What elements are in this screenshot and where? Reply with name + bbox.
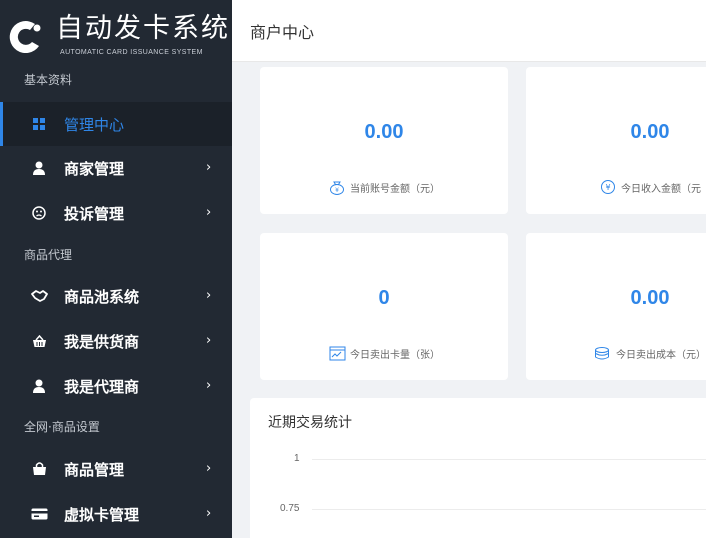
- y-tick-label: 0.75: [280, 503, 300, 514]
- app-title: 自动发卡系统: [56, 13, 230, 44]
- main-content: 商户中心 0.00 ¥ 当前账号金额（元） 0.00 ¥ 今日收入金额（元 0 …: [232, 0, 706, 538]
- stat-label-text: 今日收入金额（元: [621, 183, 701, 195]
- y-tick-label: 1: [294, 453, 300, 464]
- stat-value: 0: [378, 287, 390, 309]
- app-subtitle: AUTOMATIC CARD ISSUANCE SYSTEM: [60, 49, 203, 56]
- chevron-right-icon: ›: [206, 378, 212, 393]
- user-icon: [30, 159, 48, 177]
- sidebar-item-supplier[interactable]: 我是供货商 ›: [0, 319, 232, 363]
- coins-icon: [594, 345, 612, 361]
- logo[interactable]: 自动发卡系统 AUTOMATIC CARD ISSUANCE SYSTEM: [0, 0, 232, 64]
- page-header: 商户中心: [232, 0, 706, 62]
- grid-line: [312, 509, 706, 510]
- sidebar-item-products[interactable]: 商品管理 ›: [0, 447, 232, 491]
- chevron-right-icon: ›: [206, 461, 212, 476]
- nav-group-title: 基本资料: [24, 73, 73, 87]
- sidebar-item-label: 商品管理: [64, 460, 125, 479]
- card-sold-icon: [328, 345, 346, 361]
- sidebar: 自动发卡系统 AUTOMATIC CARD ISSUANCE SYSTEM 基本…: [0, 0, 232, 538]
- sidebar-item-label: 我是供货商: [64, 332, 140, 351]
- sidebar-item-virtual-cards[interactable]: 虚拟卡管理 ›: [0, 492, 232, 536]
- nav-group-title: 商品代理: [24, 248, 73, 262]
- stat-value: 0.00: [630, 121, 670, 143]
- stat-label: ¥ 今日收入金额（元: [526, 179, 706, 195]
- stat-label: 今日卖出卡量（张）: [260, 345, 508, 361]
- panel-title: 近期交易统计: [268, 415, 352, 431]
- stat-label: ¥ 当前账号金额（元）: [260, 179, 508, 195]
- grid-line: [312, 459, 706, 460]
- chevron-right-icon: ›: [206, 288, 212, 303]
- stat-card-today-income: 0.00 ¥ 今日收入金额（元: [526, 67, 706, 214]
- user-icon: [30, 377, 48, 395]
- sidebar-item-dashboard[interactable]: 管理中心: [0, 102, 232, 146]
- sidebar-item-label: 商家管理: [64, 159, 125, 178]
- recent-transactions-panel: 近期交易统计 1 0.75: [250, 398, 706, 538]
- money-bag-icon: ¥: [328, 179, 346, 195]
- dashboard-icon: [30, 115, 48, 133]
- stat-label-text: 今日卖出成本（元）: [616, 349, 706, 361]
- logo-icon: [9, 21, 41, 54]
- sidebar-item-label: 投诉管理: [64, 204, 125, 223]
- sidebar-item-label: 虚拟卡管理: [64, 505, 140, 524]
- app-root: 自动发卡系统 AUTOMATIC CARD ISSUANCE SYSTEM 基本…: [0, 0, 706, 538]
- nav-group-title: 全网·商品设置: [24, 420, 100, 434]
- svg-text:¥: ¥: [605, 183, 610, 192]
- chevron-right-icon: ›: [206, 333, 212, 348]
- chevron-right-icon: ›: [206, 506, 212, 521]
- handshake-icon: [30, 287, 48, 305]
- sidebar-item-complaints[interactable]: 投诉管理 ›: [0, 191, 232, 235]
- basket-icon: [30, 332, 48, 350]
- stat-value: 0.00: [630, 287, 670, 309]
- stat-card-cost-sold: 0.00 今日卖出成本（元）: [526, 233, 706, 380]
- page-title: 商户中心: [250, 23, 315, 42]
- stat-card-cards-sold: 0 今日卖出卡量（张）: [260, 233, 508, 380]
- stat-value: 0.00: [364, 121, 404, 143]
- complaint-icon: [30, 204, 48, 222]
- stat-label: 今日卖出成本（元）: [526, 345, 706, 361]
- stat-card-balance: 0.00 ¥ 当前账号金额（元）: [260, 67, 508, 214]
- sidebar-item-merchants[interactable]: 商家管理 ›: [0, 146, 232, 190]
- yen-icon: ¥: [599, 179, 617, 195]
- card-icon: [30, 505, 48, 523]
- chevron-right-icon: ›: [206, 160, 212, 175]
- sidebar-item-label: 商品池系统: [64, 287, 140, 306]
- svg-text:¥: ¥: [335, 187, 339, 194]
- sidebar-item-label: 管理中心: [64, 115, 125, 134]
- shopping-bag-icon: [30, 460, 48, 478]
- stat-label-text: 今日卖出卡量（张）: [350, 349, 440, 361]
- sidebar-item-product-pool[interactable]: 商品池系统 ›: [0, 274, 232, 318]
- stat-label-text: 当前账号金额（元）: [350, 183, 440, 195]
- sidebar-item-label: 我是代理商: [64, 377, 140, 396]
- chevron-right-icon: ›: [206, 205, 212, 220]
- sidebar-item-agent[interactable]: 我是代理商 ›: [0, 364, 232, 408]
